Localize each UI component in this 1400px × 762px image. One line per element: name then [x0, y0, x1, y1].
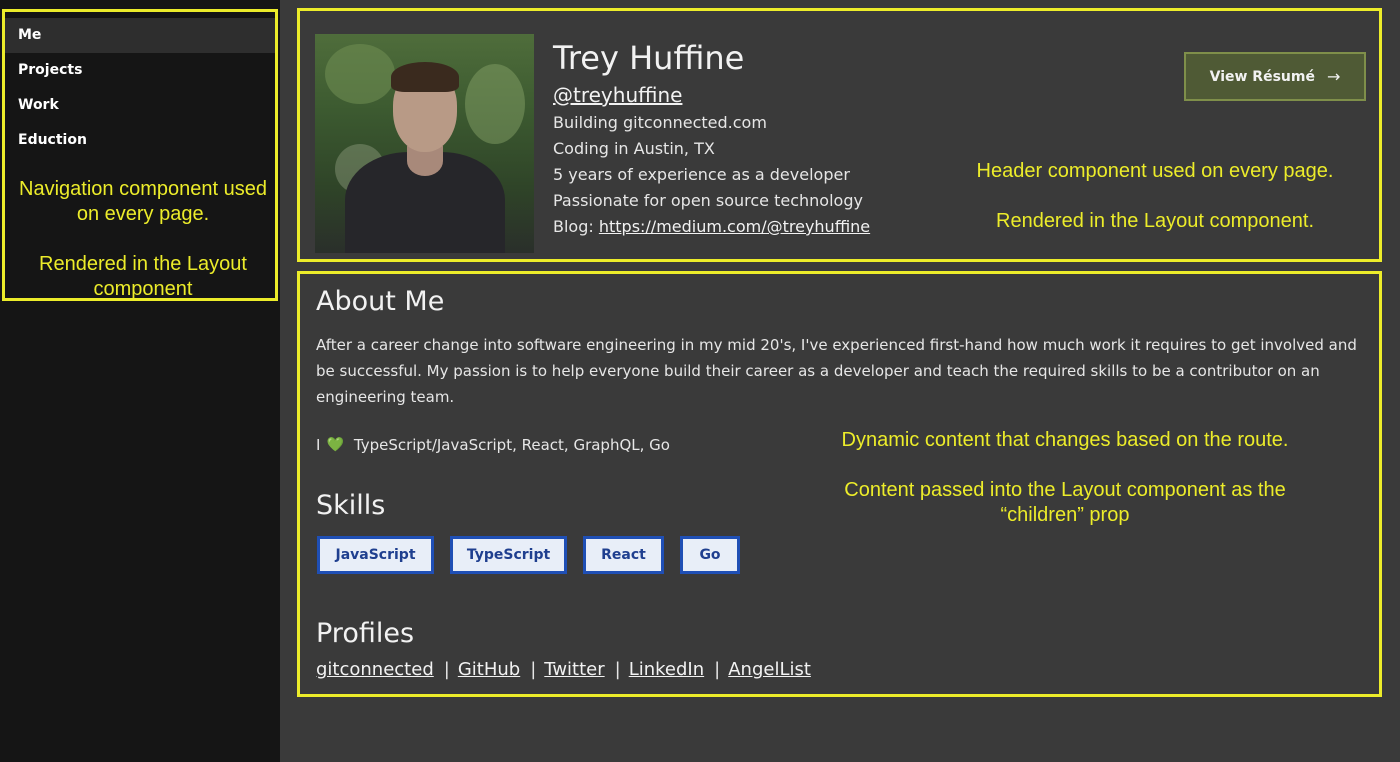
arrow-right-icon: → — [1326, 67, 1341, 86]
header-component: Trey Huffine @treyhuffine Building gitco… — [297, 8, 1382, 262]
nav-list: Me Projects Work Eduction — [5, 18, 275, 158]
about-text: After a career change into software engi… — [316, 336, 1357, 406]
header-annotation-2: Rendered in the Layout component. — [996, 210, 1314, 232]
separator: | — [714, 659, 721, 680]
info-blog: Blog: https://medium.com/@treyhuffine — [553, 217, 870, 236]
separator: | — [614, 659, 621, 680]
separator: | — [443, 659, 450, 680]
nav-item-education[interactable]: Eduction — [5, 123, 275, 158]
profile-link-twitter[interactable]: Twitter — [544, 659, 604, 680]
profiles-links: gitconnected | GitHub | Twitter | Linked… — [316, 659, 811, 680]
blog-label: Blog: — [553, 217, 599, 236]
nav-item-work[interactable]: Work — [5, 88, 275, 123]
content-annotation-1: Dynamic content that changes based on th… — [841, 429, 1289, 451]
sidebar: Me Projects Work Eduction Navigation com… — [0, 0, 280, 762]
profile-link-gitconnected[interactable]: gitconnected — [316, 659, 434, 680]
info-location: Coding in Austin, TX — [553, 139, 715, 158]
content-annotation-2: Content passed into the Layout component… — [844, 479, 1286, 526]
profile-link-linkedin[interactable]: LinkedIn — [629, 659, 704, 680]
dynamic-content: About Me After a career change into soft… — [297, 271, 1382, 697]
header-annotation-1: Header component used on every page. — [976, 160, 1334, 182]
nav-annotation-2: Rendered in the Layout component — [39, 253, 247, 300]
love-text: TypeScript/JavaScript, React, GraphQL, G… — [353, 436, 670, 454]
skill-tag-javascript[interactable]: JavaScript — [317, 536, 434, 574]
separator: | — [530, 659, 537, 680]
skill-tag-go[interactable]: Go — [680, 536, 740, 574]
view-resume-button[interactable]: View Résumé → — [1184, 52, 1366, 101]
profiles-title: Profiles — [316, 618, 415, 649]
skills-title: Skills — [316, 490, 386, 521]
skills-list: JavaScript TypeScript React Go — [317, 536, 756, 574]
love-prefix: I — [316, 436, 321, 454]
profile-link-angellist[interactable]: AngelList — [728, 659, 811, 680]
skill-tag-react[interactable]: React — [583, 536, 664, 574]
green-heart-icon: 💚 — [326, 437, 344, 453]
nav-item-me[interactable]: Me — [5, 18, 275, 53]
nav-item-projects[interactable]: Projects — [5, 53, 275, 88]
avatar — [315, 34, 534, 253]
profile-name: Trey Huffine — [553, 39, 745, 77]
profile-handle-link[interactable]: @treyhuffine — [553, 83, 682, 107]
view-resume-label: View Résumé — [1209, 68, 1315, 85]
about-title: About Me — [316, 286, 445, 317]
love-line: I 💚 TypeScript/JavaScript, React, GraphQ… — [316, 436, 670, 454]
profile-link-github[interactable]: GitHub — [458, 659, 520, 680]
navigation-component-outline: Me Projects Work Eduction Navigation com… — [2, 9, 278, 301]
info-experience: 5 years of experience as a developer — [553, 165, 850, 184]
skill-tag-typescript[interactable]: TypeScript — [450, 536, 567, 574]
nav-annotation-1: Navigation component used on every page. — [19, 178, 267, 225]
blog-link[interactable]: https://medium.com/@treyhuffine — [599, 217, 870, 236]
info-passion: Passionate for open source technology — [553, 191, 863, 210]
info-building: Building gitconnected.com — [553, 113, 767, 132]
